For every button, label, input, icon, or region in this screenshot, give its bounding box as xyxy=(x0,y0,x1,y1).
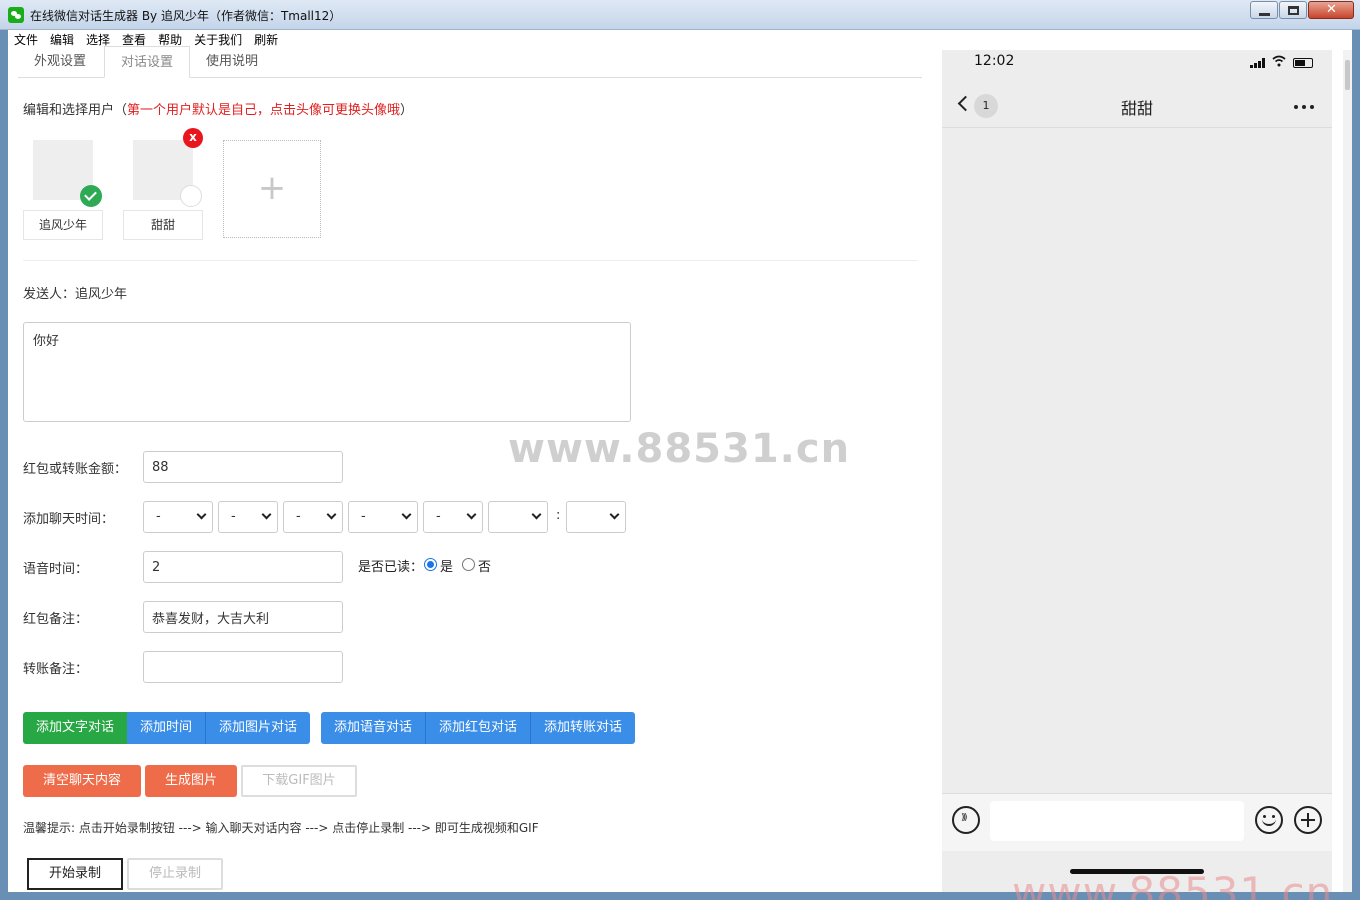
sender-label: 发送人：追风少年 xyxy=(23,287,128,302)
download-gif-button[interactable]: 下载GIF图片 xyxy=(241,765,357,797)
chevron-down-icon xyxy=(531,509,542,520)
add-time-button[interactable]: 添加时间 xyxy=(127,712,206,744)
redpacket-note-label: 红包备注： xyxy=(23,612,89,627)
select-value: - xyxy=(436,509,441,524)
users-hint-prefix: 编辑和选择用户（ xyxy=(23,103,128,118)
generate-image-button[interactable]: 生成图片 xyxy=(145,765,237,797)
read-yes-label: 是 xyxy=(440,560,454,575)
time-select-month[interactable]: - xyxy=(218,501,278,533)
add-user-button[interactable]: + xyxy=(223,140,321,238)
voice-time-input[interactable] xyxy=(143,551,343,583)
amount-input[interactable] xyxy=(143,451,343,483)
time-select-year[interactable]: - xyxy=(143,501,213,533)
time-select-hour[interactable] xyxy=(488,501,548,533)
redpacket-note-input[interactable] xyxy=(143,601,343,633)
voice-time-label: 语音时间： xyxy=(23,562,89,577)
user-name[interactable]: 甜甜 xyxy=(123,210,203,240)
user-name[interactable]: 追风少年 xyxy=(23,210,103,240)
close-icon: ✕ xyxy=(1326,2,1337,17)
status-time: 12:02 xyxy=(974,53,1015,69)
time-select-minute[interactable] xyxy=(566,501,626,533)
tab-instructions[interactable]: 使用说明 xyxy=(190,46,274,78)
more-icon[interactable] xyxy=(1294,105,1314,109)
time-select-period[interactable]: - xyxy=(423,501,483,533)
chevron-down-icon xyxy=(609,509,620,520)
unselected-circle-icon[interactable] xyxy=(180,185,202,207)
stop-record-button[interactable]: 停止录制 xyxy=(127,858,223,890)
chat-input[interactable] xyxy=(990,801,1244,841)
emoji-icon[interactable] xyxy=(1255,806,1283,834)
tab-appearance[interactable]: 外观设置 xyxy=(18,46,102,78)
time-select-day[interactable]: - xyxy=(283,501,343,533)
phone-preview: 12:02 1 甜甜 xyxy=(942,50,1332,892)
check-icon xyxy=(80,185,102,207)
minimize-button[interactable] xyxy=(1250,1,1278,19)
read-status-label: 是否已读： xyxy=(358,560,424,575)
transfer-note-label: 转账备注： xyxy=(23,662,89,677)
user-card[interactable]: x 甜甜 xyxy=(123,128,203,240)
scrollbar-thumb[interactable] xyxy=(1345,60,1350,90)
message-textarea[interactable]: 你好 xyxy=(23,322,631,422)
start-record-button[interactable]: 开始录制 xyxy=(27,858,123,890)
section-divider xyxy=(23,260,918,261)
battery-icon xyxy=(1293,58,1313,68)
select-value: - xyxy=(361,509,366,524)
maximize-icon xyxy=(1288,6,1299,15)
signal-icon xyxy=(1250,58,1268,68)
remove-user-button[interactable]: x xyxy=(183,128,203,148)
chevron-down-icon xyxy=(261,509,272,520)
add-transfer-button[interactable]: 添加转账对话 xyxy=(530,712,636,744)
time-label: 添加聊天时间： xyxy=(23,512,115,527)
scrollbar[interactable] xyxy=(1343,50,1352,892)
add-image-button[interactable]: 添加图片对话 xyxy=(205,712,311,744)
users-hint: 编辑和选择用户（第一个用户默认是自己，点击头像可更换头像哦） xyxy=(23,99,413,118)
add-text-button[interactable]: 添加文字对话 xyxy=(23,712,128,744)
minimize-icon xyxy=(1259,13,1270,16)
time-select-weekday[interactable]: - xyxy=(348,501,418,533)
watermark-text: www.88531.cn xyxy=(508,426,851,472)
window-client: 文件 编辑 选择 查看 帮助 关于我们 刷新 外观设置 对话设置 使用说明 编辑… xyxy=(8,30,1352,900)
add-dialog-group-2: 添加语音对话 添加红包对话 添加转账对话 xyxy=(321,712,636,744)
plus-icon[interactable] xyxy=(1294,806,1322,834)
chat-message-area xyxy=(942,128,1332,793)
add-voice-button[interactable]: 添加语音对话 xyxy=(321,712,426,744)
wifi-icon xyxy=(1272,55,1286,67)
read-yes-radio[interactable] xyxy=(424,558,437,571)
chat-header: 1 甜甜 xyxy=(942,86,1332,128)
read-no-label: 否 xyxy=(478,560,492,575)
select-value: - xyxy=(156,509,161,524)
amount-label: 红包或转账金额： xyxy=(23,462,128,477)
read-no-radio[interactable] xyxy=(462,558,475,571)
window-title: 在线微信对话生成器 By 追风少年（作者微信：Tmall12） xyxy=(30,9,342,23)
maximize-button[interactable] xyxy=(1279,1,1307,19)
status-bar: 12:02 xyxy=(942,50,1332,74)
users-hint-red: 第一个用户默认是自己，点击头像可更换头像哦 xyxy=(127,103,401,118)
watermark-corner-text: www.88531.cn xyxy=(1012,868,1334,900)
window-titlebar: 在线微信对话生成器 By 追风少年（作者微信：Tmall12） ✕ xyxy=(0,0,1360,30)
add-redpacket-button[interactable]: 添加红包对话 xyxy=(425,712,531,744)
close-button[interactable]: ✕ xyxy=(1308,1,1354,19)
chevron-down-icon xyxy=(466,509,477,520)
chevron-down-icon xyxy=(196,509,207,520)
wechat-app-icon xyxy=(8,7,24,23)
select-value: - xyxy=(296,509,301,524)
voice-icon[interactable] xyxy=(952,806,980,834)
settings-tabs: 外观设置 对话设置 使用说明 xyxy=(18,46,922,78)
select-value: - xyxy=(231,509,236,524)
chat-title: 甜甜 xyxy=(1120,99,1153,118)
tip-text: 温馨提示: 点击开始录制按钮 ---> 输入聊天对话内容 ---> 点击停止录制… xyxy=(23,821,539,835)
users-hint-suffix: ） xyxy=(400,103,414,118)
transfer-note-input[interactable] xyxy=(143,651,343,683)
window-controls: ✕ xyxy=(1249,1,1354,19)
chevron-down-icon xyxy=(326,509,337,520)
time-colon: : xyxy=(556,508,561,523)
user-card[interactable]: 追风少年 xyxy=(23,138,103,240)
tab-dialog[interactable]: 对话设置 xyxy=(104,46,191,78)
add-dialog-group-1: 添加文字对话 添加时间 添加图片对话 xyxy=(23,712,311,744)
chevron-down-icon xyxy=(401,509,412,520)
chat-input-bar xyxy=(942,793,1332,851)
clear-chat-button[interactable]: 清空聊天内容 xyxy=(23,765,141,797)
